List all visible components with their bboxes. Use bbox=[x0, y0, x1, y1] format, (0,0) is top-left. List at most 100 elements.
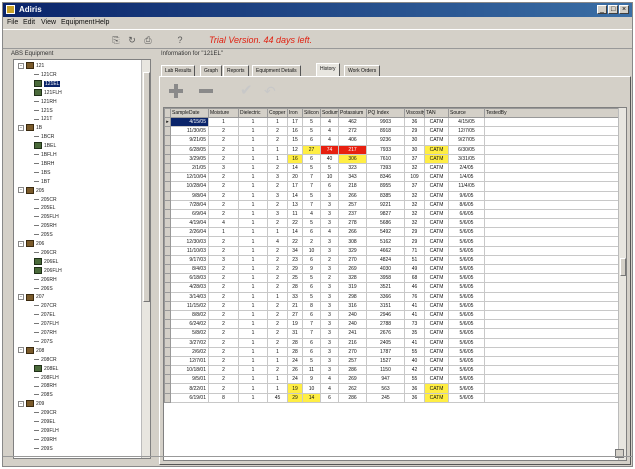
table-cell[interactable]: CATM bbox=[424, 199, 449, 210]
table-cell[interactable]: 8/4/03 bbox=[170, 263, 209, 275]
table-cell[interactable]: 3/27/02 bbox=[170, 337, 209, 348]
table-cell[interactable]: 5686 bbox=[366, 218, 405, 229]
table-cell[interactable]: 2 bbox=[208, 126, 239, 137]
table-cell[interactable]: 7610 bbox=[366, 153, 405, 164]
table-cell[interactable]: 3 bbox=[320, 309, 339, 321]
table-cell[interactable]: 2 bbox=[267, 199, 288, 210]
table-cell[interactable]: CATM bbox=[424, 319, 449, 330]
table-cell[interactable]: 6 bbox=[302, 135, 321, 146]
tree-item[interactable]: 209RH bbox=[34, 436, 57, 445]
table-cell[interactable] bbox=[484, 116, 619, 128]
table-cell[interactable]: 1 bbox=[238, 374, 268, 385]
table-cell[interactable] bbox=[484, 337, 619, 348]
table-cell[interactable]: 2 bbox=[267, 365, 288, 376]
table-cell[interactable]: 1 bbox=[238, 355, 268, 367]
table-cell[interactable]: 1 bbox=[267, 116, 288, 128]
table-cell[interactable]: 41 bbox=[404, 300, 425, 311]
table-cell[interactable]: 4 bbox=[320, 383, 339, 394]
table-cell[interactable]: 1 bbox=[267, 227, 288, 238]
tree-item[interactable]: 121RH bbox=[34, 98, 57, 107]
tree-item[interactable]: 207S bbox=[34, 338, 53, 347]
table-cell[interactable]: 2 bbox=[208, 337, 239, 348]
table-cell[interactable]: CATM bbox=[424, 282, 449, 293]
table-cell[interactable]: 16 bbox=[287, 153, 303, 164]
collapse-icon[interactable]: - bbox=[18, 124, 24, 131]
table-cell[interactable]: 9 bbox=[302, 263, 321, 275]
table-row[interactable]: 2/26/04 1 1 1 14 6 4 266 5492 29 CATM 5/6/05 bbox=[164, 227, 619, 238]
table-cell[interactable]: 4 bbox=[320, 116, 339, 128]
tree-item[interactable]: 205S bbox=[34, 231, 53, 240]
table-cell[interactable]: 8 bbox=[208, 392, 239, 403]
table-cell[interactable]: 2 bbox=[267, 319, 288, 330]
table-cell[interactable]: 1 bbox=[238, 190, 268, 201]
table-cell[interactable]: 2 bbox=[208, 153, 239, 164]
table-cell[interactable]: 14 bbox=[287, 227, 303, 238]
table-cell[interactable]: 11/30/05 bbox=[170, 126, 209, 137]
table-cell[interactable] bbox=[484, 208, 619, 220]
table-cell[interactable]: 51 bbox=[404, 254, 425, 266]
table-cell[interactable]: 16 bbox=[287, 126, 303, 137]
tree-item[interactable]: 207FLH bbox=[34, 320, 59, 329]
history-grid[interactable]: SampleDate Moisture Dielectric Copper Iron Si… bbox=[163, 107, 627, 461]
table-cell[interactable]: 3 bbox=[320, 282, 339, 293]
table-cell[interactable]: 28 bbox=[287, 337, 303, 348]
table-cell[interactable]: 298 bbox=[338, 291, 367, 302]
table-cell[interactable]: 7 bbox=[302, 199, 321, 210]
table-cell[interactable]: 2 bbox=[267, 254, 288, 266]
table-cell[interactable]: CATM bbox=[424, 181, 449, 192]
column-header[interactable]: TestedBy bbox=[484, 108, 619, 118]
table-cell[interactable]: CATM bbox=[424, 328, 449, 339]
table-cell[interactable]: 5 bbox=[302, 126, 321, 137]
table-cell[interactable]: 1 bbox=[238, 383, 268, 394]
table-cell[interactable]: 9/5/01 bbox=[170, 374, 209, 385]
table-cell[interactable]: 3 bbox=[320, 245, 339, 256]
table-cell[interactable]: 1 bbox=[238, 282, 268, 293]
table-cell[interactable]: CATM bbox=[424, 346, 449, 357]
table-cell[interactable]: 2 bbox=[302, 236, 321, 247]
table-row[interactable]: 9/17/03 3 1 2 23 6 2 270 4824 51 CATM 5/6/05 bbox=[164, 254, 619, 266]
table-cell[interactable]: 10/18/01 bbox=[170, 365, 209, 376]
table-cell[interactable]: 328 bbox=[338, 273, 367, 284]
table-cell[interactable] bbox=[484, 374, 619, 385]
title-bar[interactable]: Adiris _ □ × bbox=[3, 3, 632, 17]
table-cell[interactable]: 316 bbox=[338, 300, 367, 311]
table-cell[interactable]: 27 bbox=[287, 309, 303, 321]
table-cell[interactable]: 24 bbox=[287, 355, 303, 367]
table-cell[interactable]: 2 bbox=[208, 245, 239, 256]
table-cell[interactable]: 3 bbox=[320, 236, 339, 247]
collapse-icon[interactable]: - bbox=[18, 294, 24, 301]
collapse-icon[interactable]: - bbox=[18, 187, 24, 194]
table-cell[interactable]: CATM bbox=[424, 172, 449, 183]
table-cell[interactable]: CATM bbox=[424, 254, 449, 266]
table-row[interactable]: 6/19/01 8 1 45 29 14 6 286 245 36 CATM 5/6/05 bbox=[164, 392, 619, 403]
table-cell[interactable]: 270 bbox=[338, 346, 367, 357]
tree-item[interactable]: 121S bbox=[34, 107, 53, 116]
table-cell[interactable]: 41 bbox=[404, 309, 425, 321]
table-cell[interactable]: 22 bbox=[287, 236, 303, 247]
table-cell[interactable]: 10 bbox=[302, 383, 321, 394]
table-cell[interactable]: 46 bbox=[404, 282, 425, 293]
table-cell[interactable]: 29 bbox=[287, 392, 303, 403]
table-row[interactable]: 6/9/04 2 1 3 11 4 3 237 9827 32 CATM 6/6/05 bbox=[164, 208, 619, 220]
table-cell[interactable] bbox=[484, 291, 619, 302]
table-cell[interactable] bbox=[484, 162, 619, 174]
table-cell[interactable]: 29 bbox=[404, 227, 425, 238]
tree-item[interactable]: 209EL bbox=[34, 418, 55, 427]
table-cell[interactable]: 11/4/05 bbox=[448, 181, 485, 192]
tree-item[interactable]: 208FLH bbox=[34, 374, 59, 383]
table-cell[interactable]: 14 bbox=[287, 162, 303, 174]
remove-icon[interactable] bbox=[198, 83, 214, 99]
table-cell[interactable]: 34 bbox=[287, 245, 303, 256]
menu-file[interactable]: File bbox=[7, 19, 18, 26]
table-cell[interactable]: 36 bbox=[404, 392, 425, 403]
collapse-icon[interactable]: - bbox=[18, 347, 24, 354]
table-cell[interactable]: 218 bbox=[338, 181, 367, 192]
table-cell[interactable]: 9/6/05 bbox=[448, 190, 485, 201]
table-cell[interactable]: CATM bbox=[424, 162, 449, 174]
maximize-button[interactable]: □ bbox=[608, 5, 618, 14]
tab-equipment-details[interactable]: Equipment Details bbox=[252, 65, 301, 76]
tab-work-orders[interactable]: Work Orders bbox=[344, 65, 381, 76]
print-icon[interactable]: ⎙ bbox=[143, 35, 153, 45]
table-cell[interactable]: 3 bbox=[208, 254, 239, 266]
table-cell[interactable]: 2788 bbox=[366, 319, 405, 330]
